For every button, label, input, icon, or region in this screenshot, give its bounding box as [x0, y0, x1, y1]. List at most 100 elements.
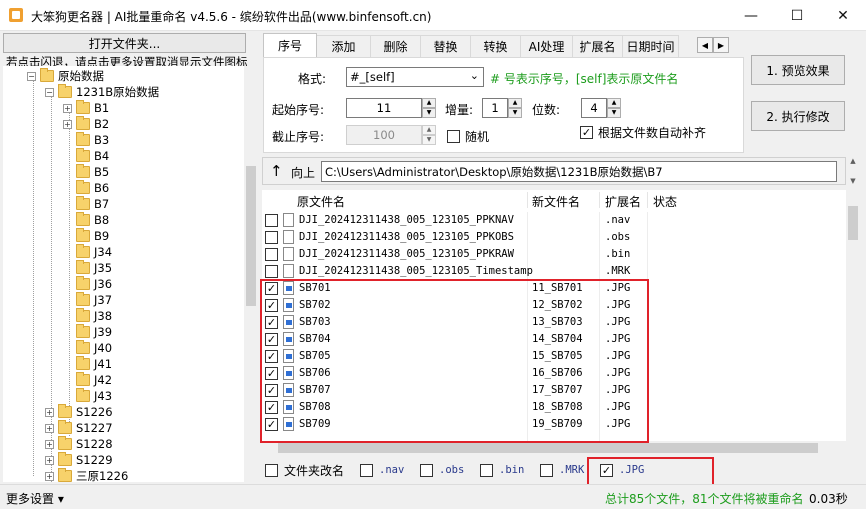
- tree-node[interactable]: J35: [63, 260, 112, 276]
- tab-1[interactable]: 添加: [317, 35, 371, 57]
- spin-up-icon[interactable]: ▲: [607, 98, 621, 108]
- digits-stepper[interactable]: ▲ ▼: [607, 98, 621, 118]
- maximize-button[interactable]: ☐: [774, 0, 820, 31]
- open-folder-button[interactable]: 打开文件夹...: [3, 33, 246, 53]
- file-list-hscrollbar[interactable]: [262, 441, 846, 456]
- filter-item[interactable]: .obs: [420, 462, 464, 478]
- execute-button[interactable]: 2. 执行修改: [751, 101, 845, 131]
- tree-node[interactable]: J42: [63, 372, 112, 388]
- minimize-button[interactable]: —: [728, 0, 774, 31]
- filter-item[interactable]: .nav: [360, 462, 404, 478]
- format-select[interactable]: #_[self] ⌄: [346, 67, 484, 87]
- tree-node[interactable]: B6: [63, 180, 109, 196]
- random-checkbox[interactable]: [447, 130, 460, 143]
- tree-node[interactable]: B9: [63, 228, 109, 244]
- column-header-new-name[interactable]: 新文件名: [532, 193, 580, 210]
- collapse-icon[interactable]: −: [27, 71, 36, 81]
- filter-checkbox[interactable]: [480, 463, 493, 477]
- tree-node[interactable]: B7: [63, 196, 109, 212]
- expand-icon[interactable]: +: [45, 423, 54, 433]
- row-checkbox[interactable]: [265, 265, 278, 278]
- filter-item[interactable]: 文件夹改名: [265, 462, 344, 478]
- expand-icon[interactable]: +: [45, 439, 54, 449]
- table-row[interactable]: DJI_202412311438_005_123105_PPKOBS .obs: [262, 229, 846, 246]
- row-checkbox[interactable]: [265, 248, 278, 261]
- tree-node[interactable]: B3: [63, 132, 109, 148]
- tab-scroll-right-button[interactable]: ▶: [713, 37, 729, 53]
- expand-icon[interactable]: +: [63, 119, 72, 129]
- tree-node[interactable]: J38: [63, 308, 112, 324]
- spin-up-icon[interactable]: ▲: [422, 98, 436, 108]
- folder-tree[interactable]: − 原始数据 −1231B原始数据 + B1 + B2 B3 B4 B5 B6 B7 B8 B9 J34 J3…: [3, 66, 244, 482]
- tree-node[interactable]: J40: [63, 340, 112, 356]
- close-button[interactable]: ✕: [820, 0, 866, 31]
- step-stepper[interactable]: ▲ ▼: [508, 98, 522, 118]
- end-number-stepper[interactable]: ▲ ▼: [422, 125, 436, 145]
- go-up-button[interactable]: 向上: [291, 164, 315, 181]
- tree-node[interactable]: + S1228: [45, 436, 113, 452]
- row-checkbox[interactable]: [265, 231, 278, 244]
- tree-node[interactable]: B4: [63, 148, 109, 164]
- tab-5[interactable]: AI处理: [521, 35, 573, 57]
- table-row[interactable]: DJI_202412311438_005_123105_PPKRAW .bin: [262, 246, 846, 263]
- expand-icon[interactable]: +: [63, 103, 72, 113]
- filter-checkbox[interactable]: [540, 463, 553, 477]
- tree-node[interactable]: J39: [63, 324, 112, 340]
- tree-node[interactable]: J41: [63, 356, 112, 372]
- collapse-icon[interactable]: −: [45, 87, 54, 97]
- column-header-extension[interactable]: 扩展名: [605, 193, 641, 210]
- file-list-vscroll-thumb[interactable]: [848, 206, 858, 240]
- start-number-input[interactable]: 11: [346, 98, 422, 118]
- filter-checkbox[interactable]: [265, 463, 278, 477]
- column-header-original-name[interactable]: 原文件名: [297, 193, 345, 210]
- file-list-hscroll-thumb[interactable]: [278, 443, 818, 453]
- auto-pad-checkbox[interactable]: ✓: [580, 126, 593, 139]
- expand-icon[interactable]: +: [45, 471, 54, 481]
- tree-node[interactable]: + S1229: [45, 452, 113, 468]
- spin-up-icon[interactable]: ▲: [422, 125, 436, 135]
- spin-down-icon[interactable]: ▼: [508, 108, 522, 118]
- tab-6[interactable]: 扩展名: [573, 35, 623, 57]
- spin-down-icon[interactable]: ▼: [422, 108, 436, 118]
- tree-node[interactable]: − 1231B原始数据: [45, 84, 159, 100]
- tree-node[interactable]: J36: [63, 276, 112, 292]
- tab-3[interactable]: 替换: [421, 35, 471, 57]
- tree-scroll-thumb[interactable]: [246, 166, 256, 306]
- tree-node[interactable]: J34: [63, 244, 112, 260]
- tree-node[interactable]: J37: [63, 292, 112, 308]
- end-number-input[interactable]: 100: [346, 125, 422, 145]
- tree-node[interactable]: − 原始数据: [27, 68, 104, 84]
- table-row[interactable]: DJI_202412311438_005_123105_PPKNAV .nav: [262, 212, 846, 229]
- address-scrollbar[interactable]: ▲ ▼: [846, 157, 860, 185]
- tree-node[interactable]: + 三原1226: [45, 468, 128, 482]
- filter-checkbox[interactable]: [420, 463, 433, 477]
- tree-node[interactable]: B8: [63, 212, 109, 228]
- expand-icon[interactable]: +: [45, 455, 54, 465]
- filter-item[interactable]: .MRK: [540, 462, 584, 478]
- column-header-status[interactable]: 状态: [653, 193, 677, 210]
- tab-scroll-left-button[interactable]: ◀: [697, 37, 713, 53]
- table-row[interactable]: DJI_202412311438_005_123105_Timestamp .MR…: [262, 263, 846, 280]
- tree-node[interactable]: + S1226: [45, 404, 113, 420]
- tab-4[interactable]: 转换: [471, 35, 521, 57]
- start-number-stepper[interactable]: ▲ ▼: [422, 98, 436, 118]
- tab-7[interactable]: 日期时间: [623, 35, 679, 57]
- path-input[interactable]: C:\Users\Administrator\Desktop\原始数据\1231…: [321, 161, 837, 182]
- tab-0[interactable]: 序号: [263, 33, 317, 57]
- more-settings-button[interactable]: 更多设置 ▾: [6, 490, 64, 507]
- digits-input[interactable]: 4: [581, 98, 607, 118]
- tab-2[interactable]: 删除: [371, 35, 421, 57]
- tree-node[interactable]: + B1: [63, 100, 109, 116]
- spin-up-icon[interactable]: ▲: [508, 98, 522, 108]
- tree-node[interactable]: B5: [63, 164, 109, 180]
- tree-node[interactable]: + B2: [63, 116, 109, 132]
- tree-node[interactable]: + S1227: [45, 420, 113, 436]
- file-list-vscrollbar[interactable]: [846, 190, 860, 456]
- preview-button[interactable]: 1. 预览效果: [751, 55, 845, 85]
- expand-icon[interactable]: +: [45, 407, 54, 417]
- step-input[interactable]: 1: [482, 98, 508, 118]
- tree-scrollbar[interactable]: [244, 66, 258, 482]
- scroll-up-icon[interactable]: ▲: [850, 157, 855, 165]
- spin-down-icon[interactable]: ▼: [422, 135, 436, 145]
- row-checkbox[interactable]: [265, 214, 278, 227]
